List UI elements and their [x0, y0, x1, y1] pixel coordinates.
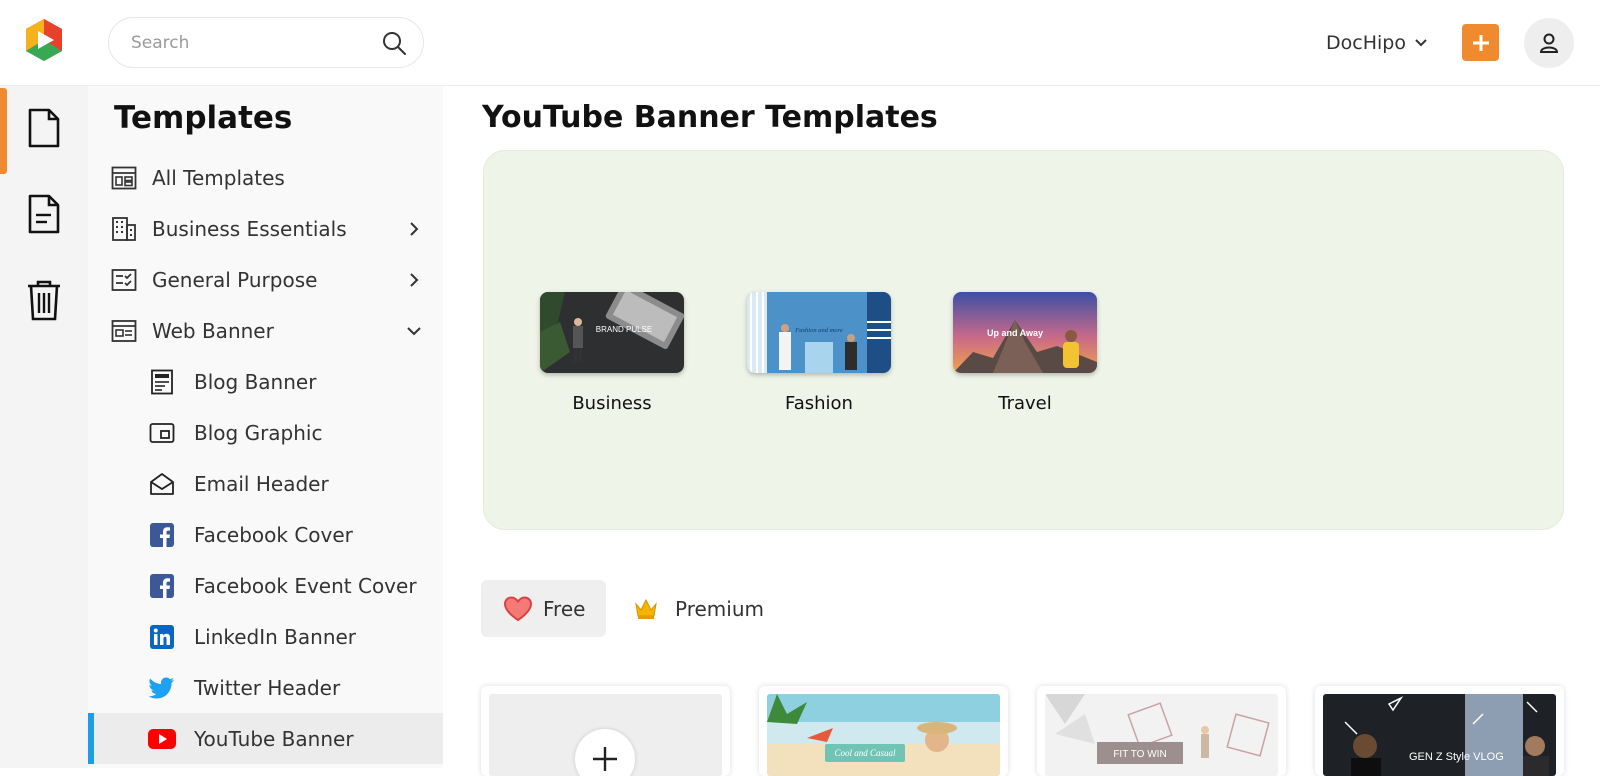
linkedin-icon: [148, 623, 176, 651]
blank-template-card[interactable]: [481, 686, 730, 776]
chevron-right-icon[interactable]: [406, 272, 422, 288]
add-template-button[interactable]: [575, 729, 635, 776]
template-card[interactable]: FIT TO WIN: [1037, 686, 1286, 776]
twitter-icon: [148, 674, 176, 702]
search-box: [108, 17, 424, 68]
workspace-dropdown[interactable]: DocHipo: [1326, 28, 1428, 58]
sidebar-item-facebook-cover[interactable]: Facebook Cover: [88, 509, 443, 560]
document-icon: [28, 108, 60, 148]
thumbnail-text: GEN Z Style VLOG: [1409, 751, 1504, 763]
text-document-icon: [28, 194, 60, 234]
thumbnail-text: BRAND PULSE: [596, 325, 652, 334]
page-title: YouTube Banner Templates: [482, 100, 938, 135]
sidebar-item-label: YouTube Banner: [194, 726, 354, 751]
plus-icon: [1472, 34, 1489, 51]
sidebar-item-email-header[interactable]: Email Header: [88, 458, 443, 509]
category-panel: BRAND PULSE Business Fashion and more Fa…: [483, 150, 1564, 530]
sidebar-item-blog-graphic[interactable]: Blog Graphic: [88, 407, 443, 458]
tab-label: Free: [543, 596, 586, 621]
sidebar-title: Templates: [114, 100, 293, 136]
sidebar-item-label: Blog Graphic: [194, 420, 323, 445]
category-label: Fashion: [785, 393, 853, 414]
category-thumbnail: BRAND PULSE: [540, 292, 684, 373]
workspace-label: DocHipo: [1326, 32, 1406, 54]
crown-icon: [631, 595, 661, 623]
top-bar: DocHipo: [0, 0, 1600, 86]
sidebar-item-label: Email Header: [194, 471, 329, 496]
chevron-down-icon: [1415, 39, 1427, 47]
card-thumbnail: FIT TO WIN: [1045, 694, 1278, 776]
add-button[interactable]: [1462, 24, 1499, 61]
category-travel[interactable]: Up and Away Travel: [953, 292, 1097, 414]
youtube-icon: [148, 725, 176, 753]
category-thumbnail: Fashion and more: [747, 292, 891, 373]
heart-icon: [503, 595, 533, 623]
trash-icon: [28, 280, 60, 321]
envelope-icon: [148, 470, 176, 498]
sidebar-item-linkedin-banner[interactable]: LinkedIn Banner: [88, 611, 443, 662]
sidebar-item-blog-banner[interactable]: Blog Banner: [88, 356, 443, 407]
sidebar-item-label: Business Essentials: [152, 216, 347, 241]
thumbnail-text: Cool and Casual: [834, 748, 896, 758]
blog-banner-icon: [148, 368, 176, 396]
rail-active-indicator: [0, 88, 7, 174]
sidebar-item-label: Facebook Cover: [194, 522, 353, 547]
category-label: Business: [572, 393, 652, 414]
sidebar-item-facebook-event-cover[interactable]: Facebook Event Cover: [88, 560, 443, 611]
sidebar-item-twitter-header[interactable]: Twitter Header: [88, 662, 443, 713]
sidebar-item-label: Blog Banner: [194, 369, 317, 394]
card-thumbnail: Cool and Casual: [767, 694, 1000, 776]
rail-documents-button[interactable]: [22, 190, 66, 238]
user-icon: [1539, 33, 1559, 53]
sidebar-item-all-templates[interactable]: All Templates: [88, 152, 443, 203]
active-indicator: [88, 713, 94, 764]
chevron-right-icon[interactable]: [406, 221, 422, 237]
sidebar-item-business-essentials[interactable]: Business Essentials: [88, 203, 443, 254]
dochipo-logo-icon[interactable]: [22, 17, 66, 63]
layout-icon: [110, 164, 138, 192]
category-fashion[interactable]: Fashion and more Fashion: [747, 292, 891, 414]
sidebar-item-label: General Purpose: [152, 267, 318, 292]
blog-graphic-icon: [148, 419, 176, 447]
tab-free[interactable]: Free: [481, 580, 606, 637]
category-label: Travel: [998, 393, 1052, 414]
card-thumbnail: GEN Z Style VLOG: [1323, 694, 1556, 776]
search-input[interactable]: [131, 30, 361, 56]
sidebar-item-label: Facebook Event Cover: [194, 573, 417, 598]
sidebar-item-label: All Templates: [152, 165, 285, 190]
plus-icon: [593, 747, 617, 771]
thumbnail-text: Fashion and more: [794, 327, 843, 334]
avatar[interactable]: [1524, 18, 1574, 68]
sidebar-item-label: LinkedIn Banner: [194, 624, 357, 649]
sidebar-item-web-banner[interactable]: Web Banner: [88, 305, 443, 356]
sidebar-item-label: Twitter Header: [194, 675, 341, 700]
templates-sidebar: Templates All Templates Business Essenti…: [88, 86, 443, 768]
building-icon: [110, 215, 138, 243]
checklist-icon: [110, 266, 138, 294]
sidebar-item-general-purpose[interactable]: General Purpose: [88, 254, 443, 305]
sidebar-item-youtube-banner[interactable]: YouTube Banner: [88, 713, 443, 764]
search-icon[interactable]: [381, 30, 407, 56]
facebook-icon: [148, 521, 176, 549]
template-card[interactable]: GEN Z Style VLOG: [1315, 686, 1564, 776]
web-banner-icon: [110, 317, 138, 345]
thumbnail-text: Up and Away: [987, 328, 1043, 338]
template-card[interactable]: Cool and Casual: [759, 686, 1008, 776]
facebook-icon: [148, 572, 176, 600]
category-thumbnail: Up and Away: [953, 292, 1097, 373]
tab-premium[interactable]: Premium: [621, 580, 771, 637]
thumbnail-text: FIT TO WIN: [1113, 749, 1166, 760]
sidebar-item-label: Web Banner: [152, 318, 274, 343]
card-thumbnail: [489, 694, 722, 776]
rail-templates-button[interactable]: [22, 104, 66, 152]
rail-trash-button[interactable]: [22, 276, 66, 324]
tab-label: Premium: [675, 596, 764, 621]
category-business[interactable]: BRAND PULSE Business: [540, 292, 684, 414]
icon-rail: [0, 86, 88, 768]
chevron-down-icon[interactable]: [406, 323, 422, 339]
